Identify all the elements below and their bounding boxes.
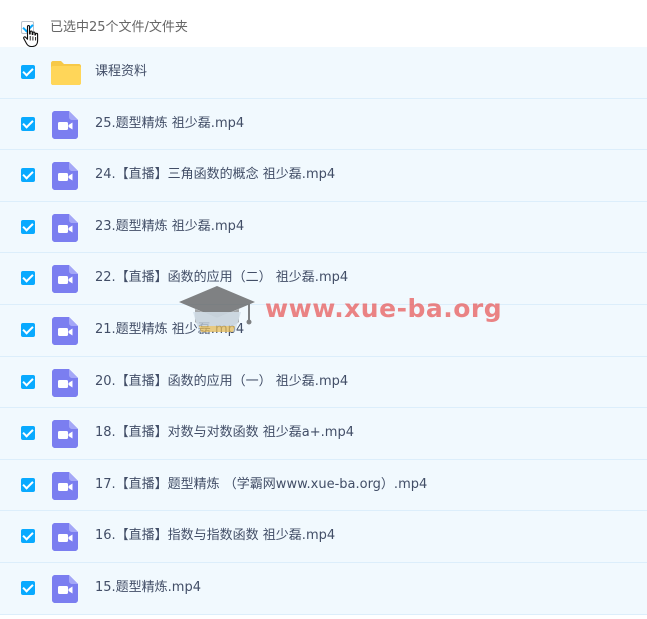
list-item[interactable]: 22.【直播】函数的应用（二） 祖少磊.mp4 (0, 253, 647, 305)
video-file-icon (52, 265, 78, 294)
video-file-icon (52, 110, 78, 139)
video-file-icon (52, 471, 78, 500)
video-file-icon (52, 368, 78, 397)
file-name[interactable]: 15.题型精炼.mp4 (95, 579, 201, 597)
folder-icon (51, 61, 81, 85)
list-item[interactable]: 24.【直播】三角函数的概念 祖少磊.mp4 (0, 150, 647, 202)
row-checkbox[interactable] (21, 426, 35, 441)
list-item[interactable]: 21.题型精炼 祖少磊.mp4 (0, 304, 647, 357)
list-item[interactable]: 25.题型精炼 祖少磊.mp4 (0, 98, 647, 151)
row-checkbox[interactable] (21, 168, 35, 183)
row-checkbox[interactable] (21, 529, 35, 544)
file-name[interactable]: 23.题型精炼 祖少磊.mp4 (95, 218, 244, 236)
row-checkbox[interactable] (21, 477, 35, 492)
row-checkbox[interactable] (21, 374, 35, 389)
list-item[interactable]: 23.题型精炼 祖少磊.mp4 (0, 201, 647, 254)
file-name[interactable]: 课程资料 (95, 63, 147, 81)
row-checkbox[interactable] (21, 65, 35, 79)
list-item[interactable]: 17.【直播】题型精炼 （学霸网www.xue-ba.org）.mp4 (0, 459, 647, 512)
file-name[interactable]: 17.【直播】题型精炼 （学霸网www.xue-ba.org）.mp4 (95, 476, 427, 494)
file-name[interactable]: 22.【直播】函数的应用（二） 祖少磊.mp4 (95, 269, 348, 287)
file-name[interactable]: 21.题型精炼 祖少磊.mp4 (95, 321, 244, 339)
file-name[interactable]: 25.题型精炼 祖少磊.mp4 (95, 115, 244, 133)
list-item[interactable]: 15.题型精炼.mp4 (0, 562, 647, 615)
list-item[interactable]: 18.【直播】对数与对数函数 祖少磊a+.mp4 (0, 408, 647, 460)
file-name[interactable]: 20.【直播】函数的应用（一） 祖少磊.mp4 (95, 373, 348, 391)
row-checkbox[interactable] (21, 116, 35, 131)
video-file-icon (52, 162, 78, 191)
file-name[interactable]: 18.【直播】对数与对数函数 祖少磊a+.mp4 (95, 424, 354, 442)
video-file-icon (52, 523, 78, 552)
selection-header: 已选中25个文件/文件夹 (0, 0, 647, 48)
list-item[interactable]: 课程资料 (0, 47, 647, 99)
video-file-icon (52, 574, 78, 603)
row-checkbox[interactable] (21, 322, 35, 337)
row-checkbox[interactable] (21, 219, 35, 234)
video-file-icon (52, 213, 78, 242)
list-item[interactable]: 20.【直播】函数的应用（一） 祖少磊.mp4 (0, 356, 647, 409)
row-checkbox[interactable] (21, 580, 35, 595)
file-name[interactable]: 16.【直播】指数与指数函数 祖少磊.mp4 (95, 527, 335, 545)
file-list: 课程资料 25.题型精炼 祖少磊.mp4 24.【直播】三角函数的概念 祖少磊.… (0, 47, 647, 615)
selection-count-text: 已选中25个文件/文件夹 (50, 20, 188, 35)
video-file-icon (52, 420, 78, 449)
row-checkbox[interactable] (21, 271, 35, 286)
video-file-icon (52, 316, 78, 345)
file-name[interactable]: 24.【直播】三角函数的概念 祖少磊.mp4 (95, 166, 335, 184)
list-item[interactable]: 16.【直播】指数与指数函数 祖少磊.mp4 (0, 511, 647, 563)
